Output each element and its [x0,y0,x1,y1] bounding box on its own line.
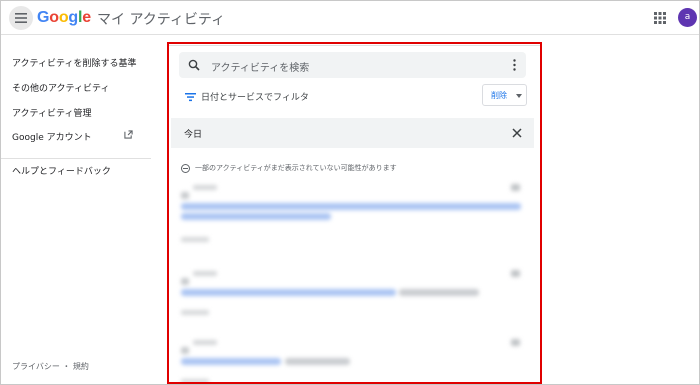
activity-time [181,310,209,315]
activity-menu-icon[interactable] [511,270,520,277]
pending-activity-notice: 一部のアクティビティがまだ表示されていない可能性があります [181,163,397,173]
activity-detail [399,289,479,296]
activity-title-cont [181,213,331,220]
activity-time [181,237,209,242]
activity-item[interactable] [181,184,526,244]
activity-panel: アクティビティを検索 日付とサービスでフィルタ 削除 今日 一部のアクティビティ… [167,42,542,384]
close-icon[interactable] [512,128,522,138]
privacy-terms-link[interactable]: プライバシー ・ 規約 [12,361,89,372]
activity-item[interactable] [181,270,526,320]
activity-detail [285,358,350,365]
activity-service [181,270,221,285]
activity-title [181,289,396,296]
account-avatar[interactable]: a [678,8,697,27]
main-menu-button[interactable] [9,6,33,30]
sidebar: アクティビティを削除する基準 その他のアクティビティ アクティビティ管理 Goo… [1,36,151,384]
sidebar-item-activity-controls[interactable]: アクティビティ管理 [12,106,91,119]
sidebar-item-google-account[interactable]: Google アカウント [12,130,92,143]
app-header: Google マイ アクティビティ a [1,1,699,35]
delete-label: 削除 [491,91,507,100]
google-apps-icon[interactable] [653,11,667,25]
product-title: マイ アクティビティ [97,12,226,28]
sidebar-divider [1,158,151,159]
search-bar[interactable]: アクティビティを検索 [179,52,526,78]
top-divider [169,44,540,46]
caret-down-icon [516,94,522,98]
sidebar-item-help-feedback[interactable]: ヘルプとフィードバック [12,164,111,177]
filter-icon [185,92,196,101]
notice-text: 一部のアクティビティがまだ表示されていない可能性があります [195,164,397,172]
activity-item[interactable] [181,339,526,382]
filter-by-date-service[interactable]: 日付とサービスでフィルタ [185,90,309,103]
activity-service [181,184,221,199]
section-title: 今日 [184,130,203,140]
sidebar-item-delete-criteria[interactable]: アクティビティを削除する基準 [12,56,136,69]
minus-circle-icon [181,163,190,173]
sidebar-item-other-activity[interactable]: その他のアクティビティ [12,81,109,94]
open-in-new-icon[interactable] [124,130,133,139]
activity-menu-icon[interactable] [511,184,520,191]
delete-dropdown-button[interactable]: 削除 [482,84,527,106]
search-icon [188,59,200,71]
google-logo[interactable]: Google [37,9,91,27]
hamburger-menu-icon [15,13,27,23]
today-section-header: 今日 [171,118,534,148]
search-input[interactable]: アクティビティを検索 [211,59,309,74]
filter-label: 日付とサービスでフィルタ [201,93,309,103]
activity-title [181,203,521,210]
activity-time [181,379,209,382]
activity-menu-icon[interactable] [511,339,520,346]
more-options-icon[interactable] [513,59,516,71]
activity-title [181,358,281,365]
activity-service [181,339,221,354]
